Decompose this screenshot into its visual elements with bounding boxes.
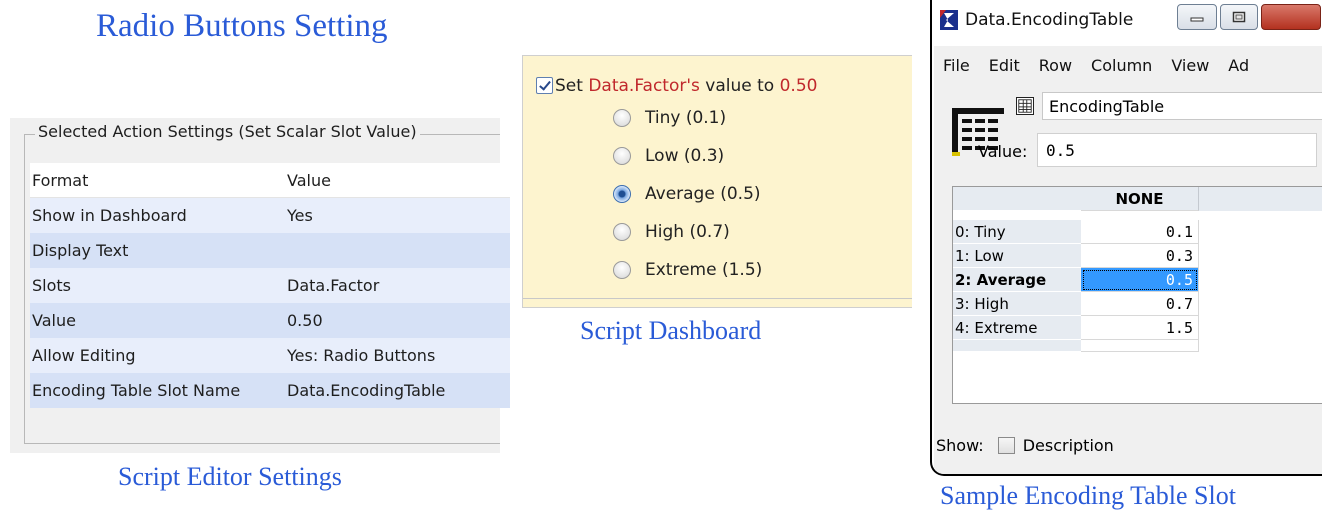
settings-row-label: Display Text <box>32 241 129 260</box>
minimize-button[interactable] <box>1177 4 1217 30</box>
settings-row-value[interactable]: Yes: Radio Buttons <box>285 346 510 365</box>
row-header[interactable]: 3: High <box>953 292 1081 316</box>
row-header-empty <box>953 340 1081 352</box>
settings-group-title: Selected Action Settings (Set Scalar Slo… <box>35 122 420 141</box>
encoding-table: NONE 0: Tiny 0.1 1: Low 0.3 2: Average 0… <box>952 186 1322 404</box>
slot-name-text: Data.Factor's <box>588 76 700 96</box>
menu-view[interactable]: View <box>1171 56 1209 75</box>
radio-option-label: Average (0.5) <box>645 184 761 204</box>
maximize-button[interactable] <box>1220 4 1258 30</box>
settings-row-label: Slots <box>32 276 71 295</box>
sample-encoding-table-slot-caption: Sample Encoding Table Slot <box>940 481 1236 510</box>
table-cell[interactable]: 0.3 <box>1081 244 1199 268</box>
settings-row-show-in-dashboard[interactable]: Show in Dashboard Yes <box>30 198 510 233</box>
menu-edit[interactable]: Edit <box>989 56 1020 75</box>
table-row[interactable]: 1: Low 0.3 <box>953 244 1322 268</box>
slot-name-field[interactable]: EncodingTable <box>1042 92 1322 120</box>
script-dashboard-caption: Script Dashboard <box>580 316 762 345</box>
radio-button[interactable] <box>613 109 631 127</box>
maximize-icon <box>1232 11 1246 23</box>
radio-buttons-setting-caption: Radio Buttons Setting <box>96 8 388 44</box>
value-column-header[interactable]: Value <box>285 171 510 190</box>
row-header[interactable]: 0: Tiny <box>953 220 1081 244</box>
menu-bar: File Edit Row Column View Ad <box>934 46 1322 84</box>
radio-option-extreme[interactable]: Extreme (1.5) <box>613 258 762 282</box>
settings-row-value[interactable]: Data.EncodingTable <box>285 381 510 400</box>
radio-option-tiny[interactable]: Tiny (0.1) <box>613 106 726 130</box>
menu-column[interactable]: Column <box>1091 56 1152 75</box>
radio-button-selected[interactable] <box>613 185 631 203</box>
set-value-checkbox[interactable] <box>536 77 553 94</box>
value-label: Value: <box>978 142 1028 161</box>
settings-row-value[interactable]: Value 0.50 <box>30 303 510 338</box>
window-titlebar[interactable]: Data.EncodingTable <box>932 0 1322 38</box>
show-options: Show: Description <box>936 436 1114 455</box>
radio-button[interactable] <box>613 261 631 279</box>
grid-icon <box>1016 97 1034 115</box>
script-dashboard-panel: Set Data.Factor's value to 0.50 Tiny (0.… <box>522 55 912 308</box>
radio-option-label: Low (0.3) <box>645 146 725 166</box>
settings-row-allow-editing[interactable]: Allow Editing Yes: Radio Buttons <box>30 338 510 373</box>
table-row-selected[interactable]: 2: Average 0.5 <box>953 268 1322 292</box>
table-row[interactable]: 0: Tiny 0.1 <box>953 220 1322 244</box>
table-row[interactable]: 3: High 0.7 <box>953 292 1322 316</box>
settings-row-label: Allow Editing <box>32 346 136 365</box>
radio-option-average[interactable]: Average (0.5) <box>613 182 761 206</box>
radio-option-label: Extreme (1.5) <box>645 260 763 280</box>
corner-cell <box>953 187 1081 211</box>
selected-action-settings-panel: Selected Action Settings (Set Scalar Slo… <box>10 118 510 453</box>
row-header[interactable]: 1: Low <box>953 244 1081 268</box>
dashboard-divider <box>523 298 912 299</box>
settings-row-value[interactable]: Data.Factor <box>285 276 510 295</box>
description-checkbox[interactable] <box>997 437 1015 454</box>
set-value-number: 0.50 <box>779 76 818 96</box>
show-label: Show: <box>936 436 984 455</box>
settings-row-label: Value <box>32 311 76 330</box>
window-body: EncodingTable Value: 0.5 NONE 0: Tiny 0.… <box>934 84 1322 474</box>
window-title: Data.EncodingTable <box>965 10 1134 30</box>
table-header-row: NONE <box>953 187 1322 211</box>
set-value-label: Set Data.Factor's value to 0.50 <box>555 76 817 96</box>
settings-header-row: Format Value <box>30 163 510 198</box>
settings-row-value[interactable]: Yes <box>285 206 510 225</box>
row-header[interactable]: 2: Average <box>953 268 1081 292</box>
radio-button[interactable] <box>613 223 631 241</box>
close-button[interactable] <box>1261 4 1321 30</box>
settings-grid: Format Value Show in Dashboard Yes Displ… <box>30 163 510 408</box>
description-label: Description <box>1022 436 1114 455</box>
menu-ad[interactable]: Ad <box>1228 56 1249 75</box>
radio-option-high[interactable]: High (0.7) <box>613 220 730 244</box>
settings-row-slots[interactable]: Slots Data.Factor <box>30 268 510 303</box>
header-empty-area <box>1199 187 1322 211</box>
settings-row-value[interactable]: 0.50 <box>285 311 510 330</box>
value-field[interactable]: 0.5 <box>1037 133 1317 167</box>
settings-row-label: Show in Dashboard <box>32 206 187 225</box>
value-to-text: value to <box>699 76 780 96</box>
encoding-table-window: Data.EncodingTable File Edit Row Column … <box>930 0 1322 476</box>
radio-option-label: High (0.7) <box>645 222 730 242</box>
table-cell-empty <box>1081 340 1199 352</box>
table-cell[interactable]: 1.5 <box>1081 316 1199 340</box>
table-row[interactable]: 4: Extreme 1.5 <box>953 316 1322 340</box>
table-cell[interactable]: 0.7 <box>1081 292 1199 316</box>
format-column-header[interactable]: Format <box>30 171 285 190</box>
set-prefix-text: Set <box>555 76 589 96</box>
minimize-icon <box>1190 17 1204 22</box>
column-header-none[interactable]: NONE <box>1081 187 1199 211</box>
menu-file[interactable]: File <box>943 56 970 75</box>
table-cell[interactable]: 0.1 <box>1081 220 1199 244</box>
menu-row[interactable]: Row <box>1039 56 1072 75</box>
script-editor-settings-caption: Script Editor Settings <box>118 462 342 491</box>
row-header[interactable]: 4: Extreme <box>953 316 1081 340</box>
table-cell-selected[interactable]: 0.5 <box>1081 268 1199 292</box>
table-row-empty <box>953 340 1322 352</box>
settings-row-encoding-table-slot-name[interactable]: Encoding Table Slot Name Data.EncodingTa… <box>30 373 510 408</box>
app-logo-icon <box>940 10 958 30</box>
settings-row-label: Encoding Table Slot Name <box>32 381 241 400</box>
radio-button[interactable] <box>613 147 631 165</box>
radio-option-low[interactable]: Low (0.3) <box>613 144 724 168</box>
settings-row-display-text[interactable]: Display Text <box>30 233 510 268</box>
radio-option-label: Tiny (0.1) <box>645 108 727 128</box>
